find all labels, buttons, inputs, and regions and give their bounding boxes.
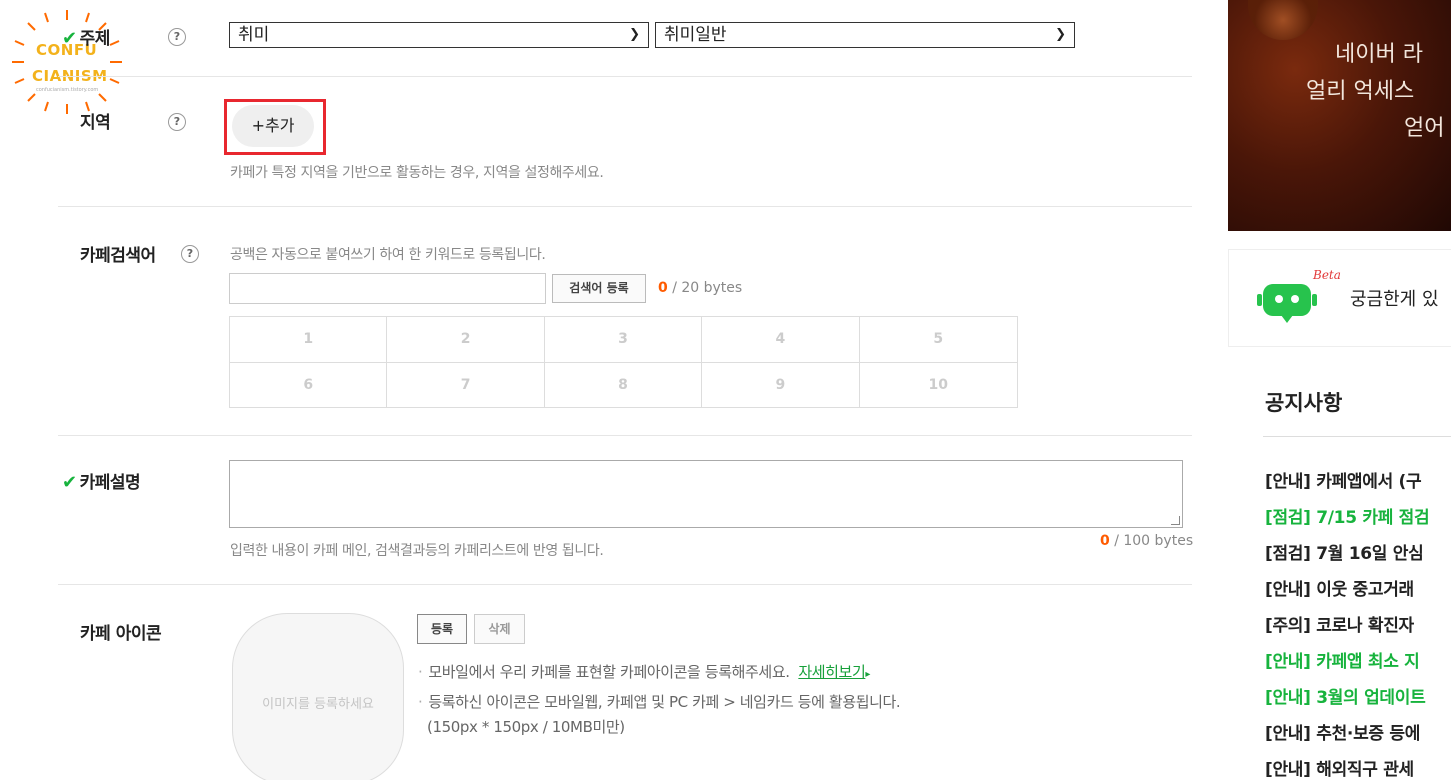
region-add-button[interactable]: +추가	[232, 105, 314, 147]
ad-banner[interactable]: 네이버 라 얼리 억세스 얻어	[1228, 0, 1451, 231]
required-check-icon: ✔	[62, 472, 77, 493]
bullet-icon: ·	[418, 693, 423, 711]
keyword-input[interactable]	[229, 273, 546, 304]
keyword-label: 카페검색어	[80, 246, 156, 266]
topic-secondary-select[interactable]: 취미일반 ❯	[655, 22, 1075, 48]
description-textarea[interactable]	[229, 460, 1183, 528]
description-label-text: 카페설명	[79, 473, 141, 493]
robot-ear	[1312, 294, 1317, 306]
keyword-slot[interactable]: 3	[544, 317, 703, 363]
notice-item[interactable]: [점검] 7/15 카페 점검	[1265, 503, 1430, 528]
icon-delete-button[interactable]: 삭제	[474, 614, 525, 644]
notice-item[interactable]: [안내] 이웃 중고거래	[1265, 575, 1414, 600]
keyword-help-icon[interactable]: ?	[181, 245, 199, 263]
resize-handle-icon[interactable]	[1171, 516, 1180, 525]
region-label: 지역	[80, 113, 111, 133]
keyword-slot[interactable]: 10	[860, 363, 1017, 408]
chevron-down-icon: ❯	[1055, 27, 1066, 42]
cafe-icon-placeholder-text: 이미지를 등록하세요	[262, 697, 374, 712]
chatbot-card[interactable]: Beta 궁금한게 있	[1228, 249, 1451, 347]
beta-badge: Beta	[1313, 268, 1341, 282]
region-help-icon[interactable]: ?	[168, 113, 186, 131]
ad-line: 얼리 억세스	[1306, 79, 1415, 104]
detail-link[interactable]: 자세히보기	[798, 663, 865, 681]
keyword-slot[interactable]: 4	[702, 317, 860, 363]
icon-guide-size: (150px * 150px / 10MB미만)	[427, 718, 625, 736]
cafe-icon-label: 카페 아이콘	[80, 624, 162, 644]
notice-item[interactable]: [안내] 카페앱 최소 지	[1265, 647, 1420, 672]
icon-guide-2: · 등록하신 아이콘은 모바일웹, 카페앱 및 PC 카페 > 네임카드 등에 활…	[418, 691, 901, 712]
description-bytes-limit: / 100 bytes	[1109, 533, 1194, 549]
keyword-slot[interactable]: 8	[545, 363, 703, 408]
keyword-slot-grid: 1 2 3 4 5 6 7 8 9 10	[229, 316, 1018, 408]
keyword-slot[interactable]: 2	[387, 317, 545, 363]
topic-secondary-value: 취미일반	[664, 25, 727, 45]
description-bytes-counter: 0 / 100 bytes	[1100, 533, 1193, 549]
notice-panel: 공지사항 [안내] 카페앱에서 (구 [점검] 7/15 카페 점검 [점검] …	[1228, 347, 1451, 780]
keyword-slot[interactable]: 6	[230, 363, 388, 408]
ad-art	[1248, 0, 1318, 40]
keyword-bytes-counter: 0 / 20 bytes	[658, 280, 742, 296]
logo-url: confucianism.tistory.com	[36, 87, 99, 93]
divider	[58, 435, 1192, 436]
cafe-icon-placeholder[interactable]: 이미지를 등록하세요	[232, 613, 404, 780]
robot-eye	[1291, 295, 1299, 303]
bullet-icon: ·	[418, 663, 423, 681]
divider	[58, 76, 1192, 77]
description-bytes-count: 0	[1100, 533, 1110, 549]
ad-line: 네이버 라	[1335, 42, 1423, 67]
description-hint: 입력한 내용이 카페 메인, 검색결과등의 카페리스트에 반영 됩니다.	[230, 543, 604, 559]
topic-primary-value: 취미	[238, 25, 270, 45]
keyword-bytes-limit: / 20 bytes	[667, 280, 743, 296]
notice-item[interactable]: [안내] 추천·보증 등에	[1265, 719, 1420, 744]
icon-guide-1: · 모바일에서 우리 카페를 표현할 카페아이콘을 등록해주세요. 자세히보기▸	[418, 661, 870, 682]
robot-eye	[1275, 295, 1283, 303]
topic-label: ✔ 주제	[62, 24, 110, 49]
required-check-icon: ✔	[62, 28, 77, 49]
icon-register-button[interactable]: 등록	[417, 614, 467, 644]
region-hint: 카페가 특정 지역을 기반으로 활동하는 경우, 지역을 설정해주세요.	[230, 165, 604, 181]
keyword-hint: 공백은 자동으로 붙여쓰기 하여 한 키워드로 등록됩니다.	[230, 247, 546, 263]
notice-title: 공지사항	[1265, 391, 1343, 415]
topic-primary-select[interactable]: 취미 ❯	[229, 22, 649, 48]
icon-guide-1-text: 모바일에서 우리 카페를 표현할 카페아이콘을 등록해주세요.	[428, 663, 790, 681]
notice-item[interactable]: [안내] 카페앱에서 (구	[1265, 467, 1422, 492]
keyword-slot[interactable]: 9	[702, 363, 860, 408]
notice-item[interactable]: [안내] 해외직구 관세	[1265, 755, 1414, 780]
icon-guide-2-text: 등록하신 아이콘은 모바일웹, 카페앱 및 PC 카페 > 네임카드 등에 활용…	[428, 693, 901, 711]
keyword-bytes-count: 0	[658, 280, 668, 296]
ad-line: 얻어	[1404, 116, 1445, 141]
robot-chin	[1281, 315, 1293, 323]
caret-right-icon: ▸	[865, 669, 870, 680]
keyword-slot[interactable]: 5	[859, 317, 1017, 363]
chatbot-prompt: 궁금한게 있	[1350, 289, 1439, 310]
chevron-down-icon: ❯	[629, 27, 640, 42]
divider	[58, 584, 1192, 585]
topic-label-text: 주제	[79, 29, 111, 49]
notice-item[interactable]: [점검] 7월 16일 안심	[1265, 539, 1424, 564]
divider	[58, 206, 1192, 207]
robot-icon	[1257, 284, 1317, 323]
robot-ear	[1257, 294, 1262, 306]
keyword-register-button[interactable]: 검색어 등록	[552, 274, 646, 303]
notice-item[interactable]: [안내] 3월의 업데이트	[1265, 683, 1426, 708]
description-label: ✔ 카페설명	[62, 468, 141, 493]
keyword-slot[interactable]: 7	[387, 363, 545, 408]
divider	[1263, 436, 1451, 437]
notice-item[interactable]: [주의] 코로나 확진자	[1265, 611, 1414, 636]
keyword-slot[interactable]: 1	[230, 317, 388, 363]
topic-help-icon[interactable]: ?	[168, 28, 186, 46]
